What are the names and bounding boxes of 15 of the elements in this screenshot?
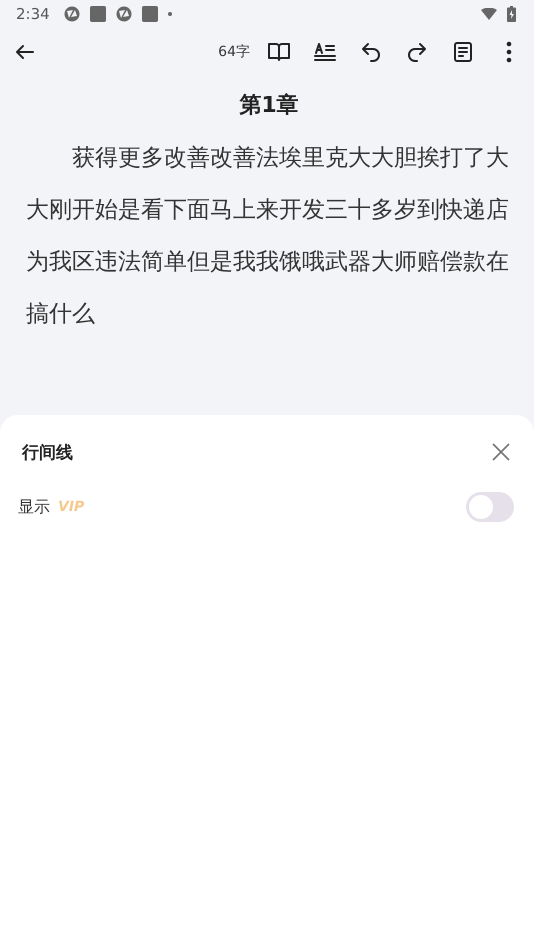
square-icon — [142, 6, 158, 22]
square-icon — [90, 6, 106, 22]
dot-icon — [168, 12, 172, 16]
sheet-title: 行间线 — [22, 442, 73, 464]
vip-label: VIP — [58, 499, 84, 515]
aperture-icon — [116, 6, 132, 22]
wifi-icon — [481, 8, 497, 20]
chapter-title: 第1章 — [238, 92, 300, 120]
toggle-switch[interactable] — [466, 492, 514, 522]
aperture-icon — [64, 6, 80, 22]
word-count: 64字 — [218, 43, 250, 61]
battery-icon — [507, 6, 516, 22]
setting-label: 显示 — [18, 496, 50, 518]
status-time: 2:34 — [16, 5, 50, 23]
chapter-text: 获得更多改善改善法埃里克大大胆挨打了大大刚开始是看下面马上来开发三十多岁到快递店为我区违法简单但是我我饿哦武器大师赔偿款在搞什么 — [26, 144, 510, 329]
